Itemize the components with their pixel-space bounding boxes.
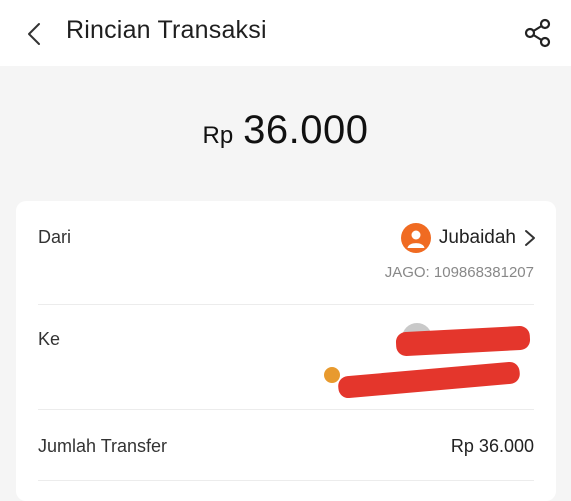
to-label: Ke <box>38 329 61 349</box>
share-button[interactable] <box>521 16 555 50</box>
transfer-row: Jumlah Transfer Rp 36.000 <box>16 410 556 480</box>
transfer-amount: Rp 36.000 <box>450 436 534 456</box>
chevron-right-icon <box>525 230 535 246</box>
sender-account: JAGO: 109868381207 <box>384 264 534 281</box>
share-icon <box>524 18 551 48</box>
to-row: Ke <box>16 305 556 409</box>
app-header: Rincian Transaksi <box>0 0 571 66</box>
sender-link[interactable]: Jubaidah <box>400 223 536 253</box>
chevron-left-icon <box>28 23 40 45</box>
amount-currency: Rp <box>202 121 234 149</box>
details-card: Dari Jubaidah JAGO: 109868381207 Ke Juml… <box>16 201 556 501</box>
user-icon <box>407 230 425 248</box>
bank-icon <box>324 367 340 383</box>
amount-value: 36.000 <box>243 107 369 152</box>
transfer-label: Jumlah Transfer <box>38 436 168 456</box>
transaction-amount: Rp 36.000 <box>202 108 368 153</box>
avatar <box>400 223 431 253</box>
back-button[interactable] <box>22 20 46 48</box>
amount-section: Rp 36.000 <box>0 66 571 200</box>
redaction-mark <box>337 361 521 399</box>
sender-name: Jubaidah <box>438 227 516 248</box>
from-row: Dari Jubaidah JAGO: 109868381207 <box>16 201 556 304</box>
from-label: Dari <box>38 227 72 247</box>
page-title: Rincian Transaksi <box>66 16 267 44</box>
